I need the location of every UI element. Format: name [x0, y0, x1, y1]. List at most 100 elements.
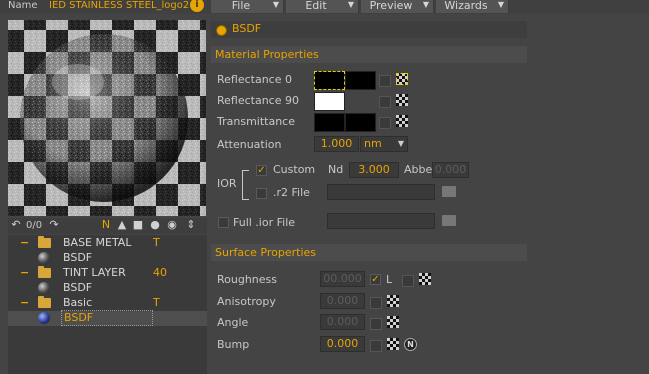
triangle-icon[interactable]: ▲ — [116, 219, 128, 231]
tree-item-bsdf[interactable]: BSDF — [8, 251, 207, 266]
sphere-icon[interactable]: ● — [149, 219, 161, 231]
attenuation-unit-select[interactable]: nm ▼ — [360, 136, 408, 152]
material-preview[interactable] — [8, 20, 206, 216]
reflectance0-texture-icon[interactable] — [396, 73, 408, 85]
undo-icon[interactable]: ↶ — [10, 219, 22, 231]
folder-open-icon[interactable] — [442, 215, 456, 226]
r2-file-label: .r2 File — [273, 186, 310, 199]
reflectance0-color-swatch[interactable] — [314, 71, 345, 90]
tree-item-base-metal[interactable]: − BASE METAL T — [8, 236, 207, 251]
tree-item-label[interactable]: BSDF — [61, 310, 153, 326]
menu-wizards-label: Wizards — [444, 0, 488, 12]
section-title: Surface Properties — [215, 246, 316, 259]
material-name[interactable]: IED STAINLESS STEEL_logo2 — [49, 0, 189, 11]
caret-down-icon: ▼ — [497, 0, 504, 9]
tree-item-value: T — [153, 296, 160, 309]
collapse-icon[interactable]: − — [20, 236, 29, 250]
custom-checkbox[interactable]: ✓ — [256, 165, 267, 176]
caret-down-icon: ▼ — [397, 139, 404, 148]
reflectance90-color-swatch[interactable] — [314, 92, 345, 111]
tree-item-label: Basic — [63, 296, 93, 309]
sort-icon[interactable]: ⇕ — [185, 219, 197, 231]
ior-label: IOR — [217, 177, 237, 190]
plane-icon[interactable]: ■ — [132, 219, 144, 231]
bump-label: Bump — [217, 338, 250, 351]
bsdf-sphere-icon — [38, 252, 50, 264]
name-label: Name — [8, 0, 38, 11]
r2-file-checkbox[interactable] — [256, 188, 267, 199]
normal-map-icon[interactable]: N — [404, 338, 417, 351]
bump-texture-icon[interactable] — [387, 338, 399, 350]
angle-label: Angle — [217, 316, 249, 329]
menu-edit[interactable]: Edit ▼ — [286, 0, 359, 13]
collapse-icon[interactable]: − — [20, 296, 29, 310]
angle-texture-icon[interactable] — [387, 316, 399, 328]
tree-item-label: TINT LAYER — [63, 266, 126, 279]
redo-icon[interactable]: ↷ — [48, 219, 60, 231]
caret-down-icon: ▼ — [422, 0, 429, 9]
folder-open-icon[interactable] — [442, 186, 456, 197]
tree-item-value: T — [153, 236, 160, 249]
folder-icon — [38, 296, 51, 308]
surface-properties-header[interactable]: Surface Properties — [211, 244, 527, 261]
transmittance-texture-toggle[interactable] — [379, 117, 391, 129]
tree-item-bsdf-selected[interactable]: BSDF — [8, 310, 207, 326]
section-title: Material Properties — [215, 48, 319, 61]
full-ior-checkbox[interactable] — [218, 217, 229, 228]
bump-input[interactable]: 0.000 — [320, 336, 365, 352]
folder-icon — [38, 266, 51, 278]
roughness-input[interactable]: 00.000 — [320, 271, 365, 287]
full-ior-path[interactable] — [327, 213, 435, 229]
tree-item-label: BSDF — [63, 281, 93, 294]
undo-counter: 0/0 — [26, 220, 43, 231]
ior-bracket — [242, 170, 249, 200]
angle-input[interactable]: 0.000 — [320, 314, 365, 330]
roughness-texture-toggle[interactable] — [402, 275, 414, 287]
roughness-texture-icon[interactable] — [419, 273, 431, 285]
tree-item-basic[interactable]: − Basic T — [8, 296, 207, 311]
reflectance0-color-swatch-2[interactable] — [345, 71, 376, 90]
menu-wizards[interactable]: Wizards ▼ — [436, 0, 509, 13]
bsdf-header: BSDF — [211, 21, 527, 38]
transmittance-texture-icon[interactable] — [396, 115, 408, 127]
abbe-label: Abbe — [404, 163, 433, 176]
tree-toolbar: ↶ 0/0 ↷ N ▲ ■ ● ◉ ⇕ — [8, 218, 207, 234]
folder-icon — [38, 236, 51, 248]
r2-file-path[interactable] — [327, 184, 435, 200]
angle-texture-toggle[interactable] — [370, 318, 382, 330]
menu-file[interactable]: File ▼ — [211, 0, 284, 13]
roughness-l-checkbox[interactable]: ✓ — [370, 274, 381, 285]
bsdf-icon — [216, 25, 227, 36]
preview-render — [8, 20, 206, 216]
tree-item-label: BASE METAL — [63, 236, 132, 249]
reflectance90-texture-toggle[interactable] — [379, 96, 391, 108]
anisotropy-texture-icon[interactable] — [387, 295, 399, 307]
nd-input[interactable]: 3.000 — [349, 162, 399, 178]
tree-item-bsdf[interactable]: BSDF — [8, 281, 207, 296]
anisotropy-input[interactable]: 0.000 — [320, 293, 365, 309]
collapse-icon[interactable]: − — [20, 266, 29, 280]
roughness-l-label: L — [386, 273, 393, 286]
transmittance-color-swatch[interactable] — [314, 113, 345, 132]
menu-preview[interactable]: Preview ▼ — [361, 0, 434, 13]
menu-preview-label: Preview — [369, 0, 413, 12]
material-tree: − BASE METAL T BSDF − TINT LAYER 40 BSDF… — [8, 235, 207, 374]
bump-texture-toggle[interactable] — [370, 340, 382, 352]
reflectance90-texture-icon[interactable] — [396, 94, 408, 106]
reflectance0-label: Reflectance 0 — [217, 73, 292, 86]
caret-down-icon: ▼ — [347, 0, 354, 9]
reflectance0-texture-toggle[interactable] — [379, 75, 391, 87]
attenuation-input[interactable]: 1.000 — [314, 136, 359, 152]
anisotropy-texture-toggle[interactable] — [370, 297, 382, 309]
material-properties-header[interactable]: Material Properties — [211, 46, 527, 63]
menu-edit-label: Edit — [305, 0, 327, 12]
bsdf-title: BSDF — [232, 22, 262, 35]
tree-item-tint-layer[interactable]: − TINT LAYER 40 — [8, 266, 207, 281]
caret-down-icon: ▼ — [272, 0, 279, 9]
custom-label: Custom — [273, 163, 316, 176]
transmittance-color-swatch-2[interactable] — [345, 113, 376, 132]
node-button[interactable]: N — [100, 219, 112, 231]
transmittance-label: Transmittance — [217, 115, 295, 128]
abbe-input[interactable]: 0.000 — [432, 162, 469, 178]
eye-icon[interactable]: ◉ — [166, 219, 178, 231]
